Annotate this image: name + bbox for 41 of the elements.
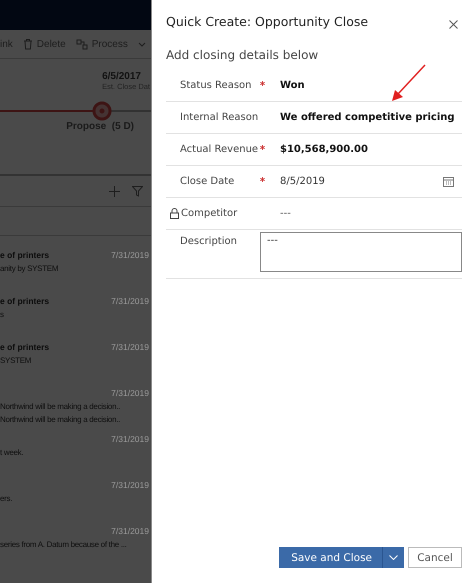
field-value[interactable]: $10,568,900.00 (280, 144, 368, 155)
activity-title: e of printers (0, 342, 50, 352)
activity-text: anity by SYSTEM (0, 263, 60, 275)
description-field[interactable]: --- (260, 232, 462, 272)
close-date-text: 6/5/2017 (102, 71, 142, 82)
close-icon[interactable] (449, 20, 458, 28)
section-heading: Add closing details below (166, 48, 320, 64)
activity-date: 7/31/2019 (111, 342, 150, 352)
activity-date: 7/31/2019 (111, 526, 150, 536)
chevron-icon (138, 42, 146, 46)
field-label: Competitor (181, 208, 238, 219)
activity-text: SYSTEM (0, 355, 32, 367)
activity-text: series from A. Datum because of the ... (0, 539, 128, 551)
activity-date: 7/31/2019 (111, 388, 150, 398)
cancel-button[interactable]: Cancel (408, 547, 462, 568)
activity-title: e of printers (0, 296, 50, 306)
field-label: Actual Revenue (179, 144, 258, 155)
chevron-icon (389, 555, 398, 560)
field-label: Internal Reason (179, 112, 258, 123)
activity-text: Northwind will be making a decision.. (0, 401, 122, 413)
activity-date: 7/31/2019 (111, 250, 150, 260)
field-label: Description (179, 236, 237, 247)
calendar-icon[interactable] (443, 176, 454, 187)
process-icon (76, 38, 88, 50)
date-field[interactable]: 8/5/2019 (280, 176, 325, 187)
activity-date: 7/31/2019 (111, 480, 150, 490)
field-value[interactable]: Won (280, 80, 305, 91)
trash-icon (22, 38, 33, 50)
activity-text: ers. (0, 493, 14, 505)
activity-date: 7/31/2019 (111, 296, 150, 306)
annotation-arrow (390, 64, 426, 102)
activity-text: s (0, 309, 5, 321)
activity-title: e of printers (0, 250, 50, 260)
activity-text: Northwind will be making a decision.. (0, 414, 122, 426)
field-value[interactable]: We offered competitive pricing (280, 112, 455, 123)
activity-date: 7/31/2019 (111, 434, 150, 444)
dialog-title: Quick Create: Opportunity Close (166, 14, 368, 28)
field-value[interactable]: --- (280, 208, 291, 219)
field-label: Status Reason (179, 80, 252, 91)
activity-text: t week. (0, 447, 24, 459)
field-label: Close Date (179, 176, 234, 187)
